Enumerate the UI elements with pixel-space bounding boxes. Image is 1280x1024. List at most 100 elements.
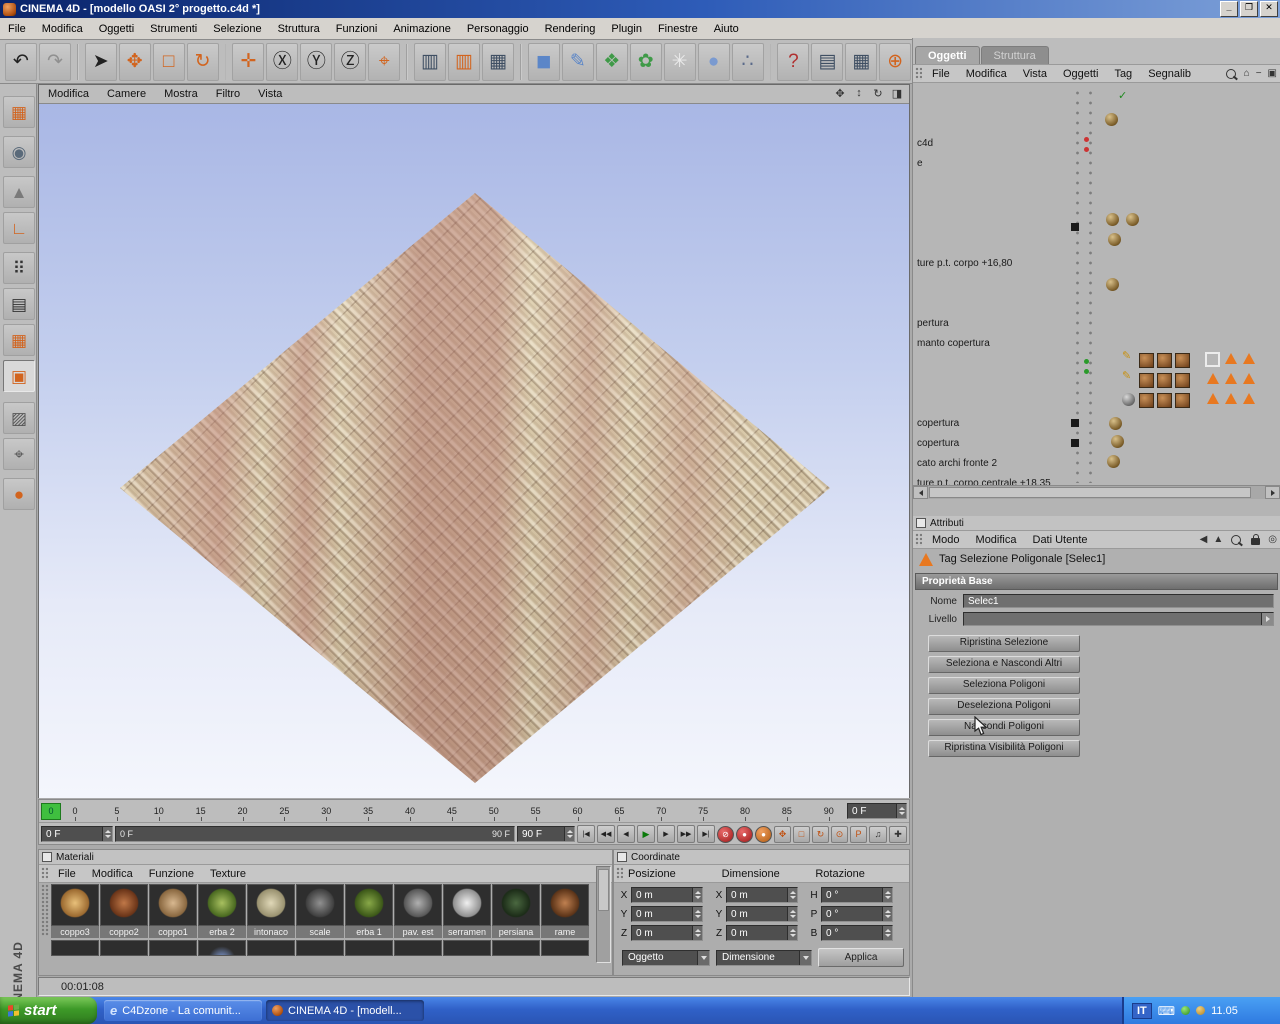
om-menu-segnalib[interactable]: Segnalib bbox=[1140, 68, 1199, 80]
pan-icon[interactable]: ✥ bbox=[832, 87, 848, 101]
panel-pin-icon[interactable] bbox=[42, 852, 52, 862]
visibility-dot-red[interactable] bbox=[1084, 137, 1089, 142]
viewport-canvas[interactable] bbox=[39, 104, 909, 798]
material-coppo2[interactable]: coppo2 bbox=[100, 884, 148, 938]
restore-button[interactable]: ❐ bbox=[1240, 1, 1258, 17]
search-icon[interactable] bbox=[1225, 68, 1236, 79]
menu-oggetti[interactable]: Oggetti bbox=[91, 20, 142, 38]
material-thumb-partial[interactable] bbox=[100, 940, 148, 956]
display-filter-icon[interactable]: ● bbox=[3, 478, 35, 510]
material-tag-icon[interactable] bbox=[1175, 353, 1190, 368]
next-frame-button[interactable]: ▶ bbox=[657, 825, 675, 843]
texture-tag-icon[interactable] bbox=[1126, 213, 1139, 226]
mat-menu-file[interactable]: File bbox=[50, 868, 84, 880]
name-field[interactable]: Selec1 bbox=[963, 594, 1274, 608]
om-menu-file[interactable]: File bbox=[924, 68, 958, 80]
filter-icon[interactable]: ▲ bbox=[1210, 534, 1226, 545]
visibility-dot-red[interactable] bbox=[1084, 147, 1089, 152]
material-intonaco[interactable]: intonaco bbox=[247, 884, 295, 938]
render-view-icon[interactable]: ▥ bbox=[414, 42, 447, 81]
keyboard-icon[interactable]: ⌨ bbox=[1158, 1004, 1175, 1018]
dim-x-field[interactable]: 0 m bbox=[726, 887, 798, 903]
menu-file[interactable]: File bbox=[0, 20, 34, 38]
polygon-selection-tag-icon[interactable] bbox=[1225, 353, 1237, 364]
toggle-view-icon[interactable]: ◨ bbox=[889, 87, 905, 101]
menu-selezione[interactable]: Selezione bbox=[205, 20, 269, 38]
tray-update-icon[interactable] bbox=[1196, 1006, 1206, 1015]
tree-item[interactable]: c4d bbox=[917, 138, 933, 149]
material-serramen[interactable]: serramen bbox=[443, 884, 491, 938]
mode-dropdown[interactable]: Dimensione bbox=[716, 949, 812, 966]
key-scale-icon[interactable]: □ bbox=[793, 825, 810, 843]
polygon-selection-tag-icon[interactable] bbox=[1243, 373, 1255, 384]
redo-icon[interactable]: ↷ bbox=[38, 42, 71, 81]
visibility-dot-green[interactable] bbox=[1084, 369, 1089, 374]
record-keyframe-icon[interactable]: ⊘ bbox=[717, 825, 734, 843]
add-modeling-icon[interactable]: ✿ bbox=[629, 42, 662, 81]
om-menu-vista[interactable]: Vista bbox=[1015, 68, 1055, 80]
zoom-icon[interactable]: ↕ bbox=[851, 87, 867, 101]
timeline-ruler[interactable]: 0 0 5 10 15 20 25 30 35 40 45 50 55 60 6… bbox=[39, 800, 909, 823]
rot-h-field[interactable]: 0 ° bbox=[821, 887, 893, 903]
attr-menu-modifica[interactable]: Modifica bbox=[968, 534, 1025, 546]
add-deformer-icon[interactable]: ✳ bbox=[663, 42, 696, 81]
tree-item[interactable]: ture p.t. corpo centrale +18,35 bbox=[917, 478, 1051, 485]
spinner[interactable] bbox=[896, 804, 906, 818]
live-selection-icon[interactable]: ➤ bbox=[84, 42, 117, 81]
polygon-selection-tag-icon[interactable] bbox=[1207, 373, 1219, 384]
mat-menu-texture[interactable]: Texture bbox=[202, 868, 254, 880]
texture-tag-icon[interactable] bbox=[1106, 278, 1119, 291]
material-thumb-partial[interactable] bbox=[198, 940, 246, 956]
close-button[interactable]: ✕ bbox=[1260, 1, 1278, 17]
rot-p-field[interactable]: 0 ° bbox=[821, 906, 893, 922]
apply-button[interactable]: Applica bbox=[818, 948, 904, 967]
layout-table-icon[interactable]: ▦ bbox=[845, 42, 878, 81]
rotate-icon[interactable]: ↻ bbox=[186, 42, 219, 81]
material-tag-icon[interactable] bbox=[1175, 373, 1190, 388]
material-thumb-partial[interactable] bbox=[51, 940, 99, 956]
drag-handle-icon[interactable] bbox=[915, 533, 922, 546]
ruler-frame-field[interactable]: 0 F bbox=[847, 803, 907, 819]
attr-menu-dati-utente[interactable]: Dati Utente bbox=[1025, 534, 1096, 546]
texture-tag-icon[interactable] bbox=[1107, 455, 1120, 468]
slider-arrow-icon[interactable] bbox=[1261, 613, 1273, 625]
texture-tag-icon[interactable] bbox=[1106, 213, 1119, 226]
tree-item[interactable]: cato archi fronte 2 bbox=[917, 458, 997, 469]
vp-menu-modifica[interactable]: Modifica bbox=[39, 88, 98, 100]
vp-menu-filtro[interactable]: Filtro bbox=[207, 88, 249, 100]
taskbar-item-browser[interactable]: e C4Dzone - La comunit... bbox=[104, 1000, 262, 1021]
om-menu-oggetti[interactable]: Oggetti bbox=[1055, 68, 1106, 80]
level-slider[interactable] bbox=[963, 612, 1274, 626]
drag-handle-icon[interactable] bbox=[915, 67, 922, 80]
language-indicator[interactable]: IT bbox=[1132, 1002, 1152, 1019]
lock-x-icon[interactable]: Ⓧ bbox=[266, 42, 299, 81]
tray-status-icon[interactable] bbox=[1181, 1006, 1191, 1015]
material-persiana[interactable]: persiana bbox=[492, 884, 540, 938]
goto-start-button[interactable]: |◀ bbox=[577, 825, 595, 843]
object-tree[interactable]: c4d e ture p.t. corpo +16,80 pertura man… bbox=[913, 83, 1280, 485]
aperture-icon[interactable]: ◎ bbox=[1265, 534, 1280, 545]
scroll-left-icon[interactable] bbox=[913, 486, 928, 499]
polygon-selection-tag-icon[interactable] bbox=[1243, 353, 1255, 364]
texture-tag-icon[interactable] bbox=[1105, 113, 1118, 126]
dim-y-field[interactable]: 0 m bbox=[726, 906, 798, 922]
prev-key-button[interactable]: ◀◀ bbox=[597, 825, 615, 843]
home-icon[interactable]: ⌂ bbox=[1241, 68, 1253, 79]
lock-z-icon[interactable]: Ⓩ bbox=[334, 42, 367, 81]
add-particles-icon[interactable]: ∴ bbox=[731, 42, 764, 81]
rot-b-field[interactable]: 0 ° bbox=[821, 925, 893, 941]
lock-y-icon[interactable]: Ⓨ bbox=[300, 42, 333, 81]
tab-struttura[interactable]: Struttura bbox=[980, 46, 1049, 64]
menu-aiuto[interactable]: Aiuto bbox=[706, 20, 747, 38]
material-thumb-partial[interactable] bbox=[492, 940, 540, 956]
autokey-icon[interactable]: ● bbox=[736, 825, 753, 843]
key-pla-icon[interactable]: P bbox=[850, 825, 867, 843]
menu-funzioni[interactable]: Funzioni bbox=[328, 20, 386, 38]
add-spline-icon[interactable]: ✎ bbox=[561, 42, 594, 81]
pos-z-field[interactable]: 0 m bbox=[631, 925, 703, 941]
move-icon[interactable]: ✥ bbox=[118, 42, 151, 81]
material-thumb-partial[interactable] bbox=[394, 940, 442, 956]
pos-y-field[interactable]: 0 m bbox=[631, 906, 703, 922]
record-options-icon[interactable]: ● bbox=[755, 825, 772, 843]
key-parameter-icon[interactable]: ⊙ bbox=[831, 825, 848, 843]
